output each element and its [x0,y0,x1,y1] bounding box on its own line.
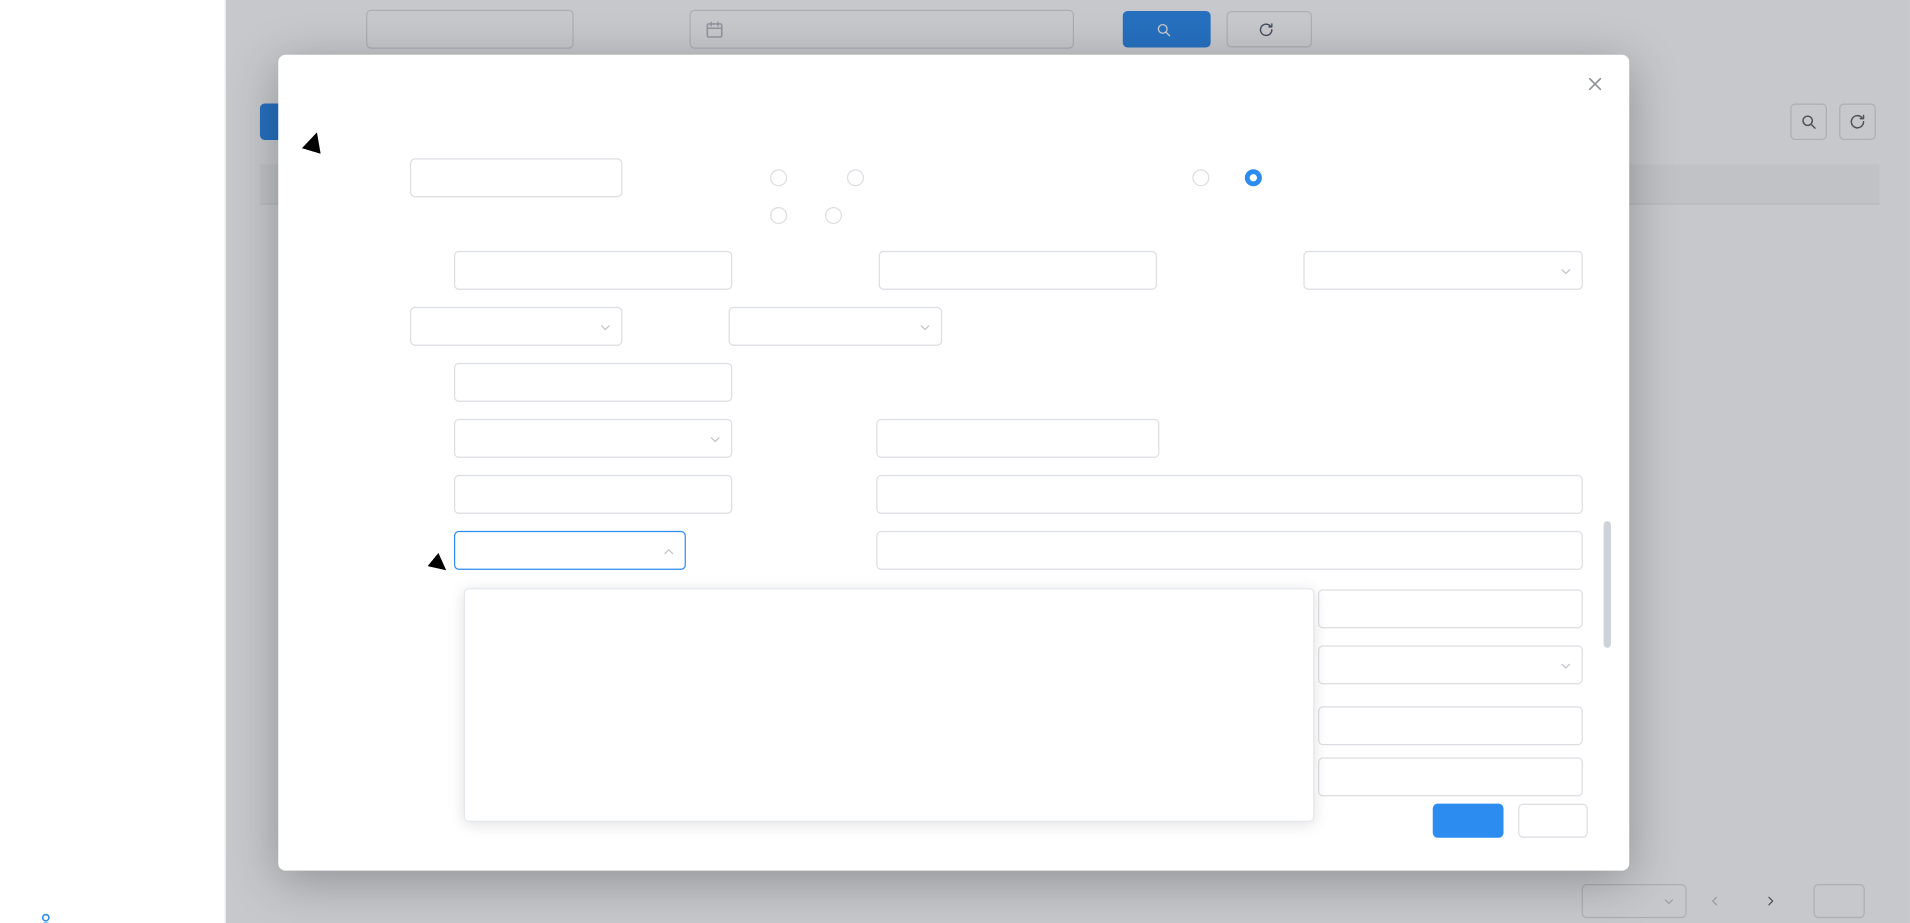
radio-icon [770,169,787,186]
chevron-down-icon [598,320,613,335]
guardian-phone-input[interactable] [1318,757,1583,796]
radio-female[interactable] [847,169,873,186]
work-unit-input[interactable] [454,475,732,514]
current-address-cascader[interactable] [454,531,686,570]
gender-code-select[interactable] [729,307,943,346]
contact-label [315,251,319,290]
user-icon [37,911,55,923]
radio-icon [825,207,842,224]
gender-code-label [638,307,642,346]
contact-input[interactable] [454,251,732,290]
education-select[interactable] [410,307,622,346]
app-root [0,0,1910,923]
postal-code-input[interactable] [876,419,1159,458]
patient-source-select[interactable] [1318,645,1583,684]
chevron-up-icon [661,544,676,559]
id-number-label [744,251,748,290]
active-flag-radio-group [1192,158,1270,197]
gender-radio-group [770,158,873,197]
chevron-down-icon [918,320,933,335]
confirm-button[interactable] [1433,804,1504,838]
radio-checked-icon [1245,169,1262,186]
name-input[interactable] [410,158,622,197]
radio-male[interactable] [770,169,796,186]
modal-scrollbar[interactable] [1604,521,1611,648]
close-icon[interactable] [1585,74,1605,93]
cancel-button[interactable] [1518,804,1588,838]
marital-right-input[interactable] [1318,706,1583,745]
radio-unknown-gender[interactable] [825,207,851,224]
gender-radio-group-line2 [770,196,851,235]
radio-icon [1192,169,1209,186]
occupation-select[interactable] [454,419,732,458]
gender-label [638,158,642,197]
chevron-down-icon [1558,659,1573,674]
radio-unspecified-gender[interactable] [770,207,796,224]
radio-yes[interactable] [1245,169,1271,186]
add-patient-dialog [278,55,1629,871]
sidebar [0,0,226,923]
radio-icon [847,169,864,186]
household-detail-input[interactable] [1318,589,1583,628]
radio-no[interactable] [1192,169,1218,186]
ethnicity-select[interactable] [1303,251,1582,290]
sidebar-item-patient-list[interactable] [0,896,225,923]
cascader-panel [464,588,1315,822]
chevron-down-icon [708,432,723,447]
name-label [315,158,319,197]
chevron-down-icon [1558,264,1573,279]
unit-address-input[interactable] [876,475,1583,514]
visit-card-input[interactable] [454,363,732,402]
detail-address-input[interactable] [876,531,1583,570]
id-number-input[interactable] [879,251,1157,290]
radio-icon [770,207,787,224]
